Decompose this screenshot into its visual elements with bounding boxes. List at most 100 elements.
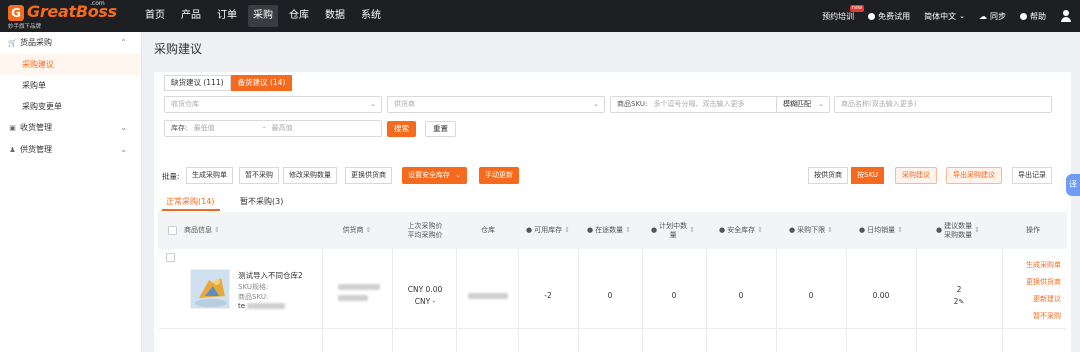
chevron-down-icon: ⌄	[593, 100, 599, 108]
action-pause-purchase[interactable]: 暂不采购	[1033, 311, 1061, 321]
sort-icon: ⇕	[757, 226, 763, 234]
logo-com: .com	[90, 0, 105, 7]
col-warehouse: 仓库	[481, 226, 495, 234]
new-badge: new	[849, 4, 865, 12]
main-nav: 首页 产品 订单 采购 仓库 数据 系统	[140, 0, 392, 32]
in-transit-value: 0	[607, 291, 613, 300]
nav-purchase[interactable]: 采购	[248, 5, 278, 27]
nav-data[interactable]: 数据	[320, 5, 350, 27]
generate-po-button[interactable]: 生成采购单	[186, 167, 233, 184]
col-supplier[interactable]: 供货商 ⇕	[322, 212, 392, 249]
free-trial-link[interactable]: 免费试用	[868, 11, 910, 22]
group-by-supplier-button[interactable]: 按供货商	[808, 167, 848, 184]
language-select[interactable]: 简体中文 ⌄	[924, 11, 965, 22]
reset-button[interactable]: 重置	[425, 121, 456, 137]
sidebar-item-purchase-advice[interactable]: 采购建议	[0, 54, 141, 75]
nav-orders[interactable]: 订单	[212, 5, 242, 27]
logo[interactable]: G GreatBoss .com 妙手旗下品牌	[8, 0, 128, 30]
training-link[interactable]: 预约培训 new	[822, 4, 865, 22]
free-trial-label: 免费试用	[878, 11, 911, 21]
nav-home[interactable]: 首页	[140, 5, 170, 27]
nav-warehouse[interactable]: 仓库	[284, 5, 314, 27]
help-icon	[1020, 12, 1027, 20]
logo-mark: G	[8, 5, 24, 21]
product-thumbnail[interactable]	[190, 269, 230, 309]
nav-system[interactable]: 系统	[356, 5, 386, 27]
help-link[interactable]: 帮助	[1020, 11, 1046, 22]
stock-range-input[interactable]: 库存: 最低值 - 最高值	[164, 120, 382, 137]
product-name-input[interactable]: 商品名称(双击输入更多)	[834, 96, 1052, 113]
translate-float-tab[interactable]: 译	[1066, 174, 1080, 196]
tab-paused-purchase[interactable]: 暂不采购(3)	[240, 196, 283, 207]
manual-update-button[interactable]: 手动更新	[479, 167, 519, 184]
pause-purchase-button[interactable]: 暂不采购	[239, 167, 279, 184]
col-product-info[interactable]: 商品信息 ⇕	[184, 212, 244, 249]
supplier-select[interactable]: 供货商 ⌄	[387, 96, 605, 113]
cart-icon: 🛒	[8, 38, 17, 47]
action-generate-po[interactable]: 生成采购单	[1026, 260, 1061, 270]
sort-icon: ⇕	[365, 226, 372, 234]
action-update-advice[interactable]: 更新建议	[1033, 294, 1061, 304]
info-icon: ●	[859, 226, 866, 234]
sync-button[interactable]: ☁ 同步	[979, 11, 1006, 22]
product-name[interactable]: 测试导入不同仓库2	[238, 270, 303, 281]
col-safety-stock[interactable]: ● 安全库存 ⇕	[706, 212, 776, 249]
sidebar-group-supply[interactable]: ♟ 供货管理 ⌄	[0, 139, 141, 161]
col-suggested-qty[interactable]: ● 建议数量 采购数量 ⇕	[916, 212, 1000, 249]
chevron-down-icon: ⌄	[120, 123, 127, 132]
warehouse-cell	[468, 291, 508, 300]
col-supplier-label: 供货商	[342, 226, 364, 234]
info-icon: ●	[719, 226, 726, 234]
col-planned[interactable]: ● 计划中数 量 ⇕	[642, 212, 704, 249]
sidebar-group-label: 收货管理	[20, 123, 52, 132]
tab-stocking-advice[interactable]: 备货建议 (14)	[230, 75, 293, 91]
sort-icon: ⇕	[214, 226, 220, 234]
change-supplier-button[interactable]: 更换供货商	[345, 167, 392, 184]
sidebar-group-label: 供货管理	[20, 145, 52, 154]
tab-normal-purchase[interactable]: 正常采购(14)	[166, 196, 214, 207]
edit-icon[interactable]: ✎	[958, 298, 964, 306]
nav-products[interactable]: 产品	[176, 5, 206, 27]
tab-shortage-advice[interactable]: 缺货建议 (111)	[164, 75, 231, 91]
stock-label: 库存:	[171, 124, 188, 132]
sidebar-item-purchase-change[interactable]: 采购变更单	[0, 96, 141, 117]
product-sku-value[interactable]: te	[238, 302, 286, 310]
purchase-advice-button[interactable]: 采购建议	[895, 167, 937, 184]
redacted-supplier	[338, 284, 380, 290]
select-all-checkbox[interactable]	[166, 212, 178, 249]
sort-icon: ⇕	[897, 226, 903, 234]
search-button[interactable]: 搜索	[387, 121, 416, 137]
col-available-stock-label: 可用库存	[534, 226, 563, 234]
info-icon: ●	[651, 226, 658, 234]
sidebar-group-receiving[interactable]: ▣ 收货管理 ⌄	[0, 117, 141, 139]
sidebar-item-purchase-order[interactable]: 采购单	[0, 75, 141, 96]
col-in-transit[interactable]: ● 在途数量 ⇕	[578, 212, 640, 249]
col-daily-sales[interactable]: ● 日均销量 ⇕	[846, 212, 916, 249]
supplier-cell[interactable]	[338, 284, 380, 301]
row-checkbox[interactable]	[166, 253, 175, 262]
col-daily-sales-label: 日均销量	[867, 226, 896, 234]
export-advice-button[interactable]: 导出采购建议	[946, 167, 1002, 184]
action-change-supplier[interactable]: 更换供货商	[1026, 277, 1061, 287]
col-avg-price-label: 平均采购价	[407, 230, 443, 239]
user-avatar-icon[interactable]	[1060, 10, 1072, 22]
col-available-stock[interactable]: ● 可用库存 ⇕	[518, 212, 578, 249]
filter-panel: 缺货建议 (111) 备货建议 (14) 收货仓库 ⌄ 供货商 ⌄ 商品SKU:…	[154, 72, 1071, 174]
product-image	[191, 270, 229, 308]
export-log-button[interactable]: 导出记录	[1012, 167, 1052, 184]
batch-label: 批量:	[162, 172, 180, 181]
col-suggested-label-1: 建议数量	[944, 221, 973, 230]
chevron-down-icon: ⌄	[455, 171, 462, 179]
col-safety-stock-label: 安全库存	[727, 226, 756, 234]
safety-stock-value[interactable]: 0	[706, 291, 776, 300]
purchase-qty-cell[interactable]: 2✎	[916, 297, 1002, 306]
col-purchase-lower[interactable]: ● 采购下限 ⇕	[776, 212, 846, 249]
match-mode-select[interactable]: 模糊匹配 ⌄	[776, 96, 830, 113]
warehouse-select[interactable]: 收货仓库 ⌄	[164, 96, 382, 113]
avg-price: CNY -	[414, 297, 436, 306]
modify-qty-button[interactable]: 修改采购数量	[283, 167, 337, 184]
sidebar-group-purchase[interactable]: 🛒 货品采购 ⌃	[0, 32, 141, 54]
top-bar: G GreatBoss .com 妙手旗下品牌 首页 产品 订单 采购 仓库 数…	[0, 0, 1080, 32]
set-safety-stock-button[interactable]: 设置安全库存 ⌄	[402, 167, 468, 184]
group-by-sku-button[interactable]: 按SKU	[851, 167, 884, 184]
